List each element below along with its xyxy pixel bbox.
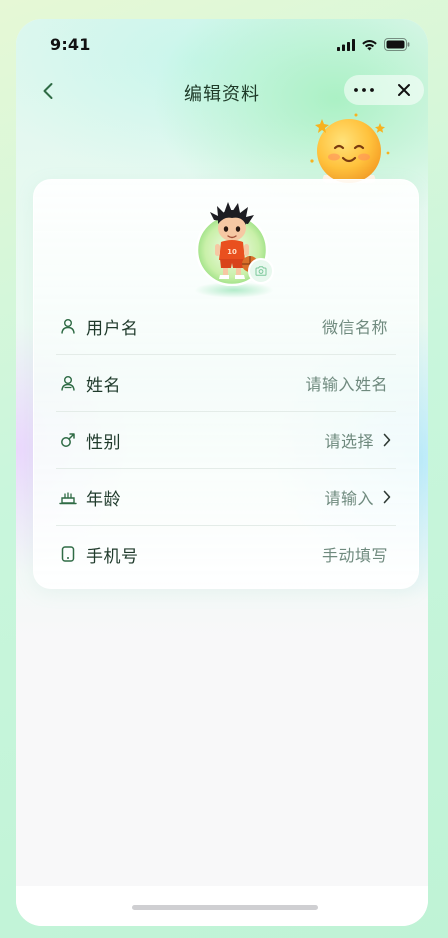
more-dots-icon — [354, 88, 374, 92]
status-time: 9:41 — [50, 35, 91, 54]
svg-text:10: 10 — [227, 248, 237, 256]
home-indicator-area — [16, 886, 428, 926]
form-row-age[interactable]: 年龄 请输入 — [56, 469, 396, 526]
chevron-right-icon — [380, 432, 394, 448]
gender-male-icon — [58, 430, 78, 450]
close-icon — [398, 84, 410, 96]
username-value: 微信名称 — [321, 318, 388, 337]
form-row-phone[interactable]: 手机号 手动填写 — [56, 526, 396, 582]
form-row-username[interactable]: 用户名 微信名称 — [56, 298, 396, 355]
user-icon — [58, 373, 78, 393]
age-input[interactable]: 请输入 — [324, 485, 374, 509]
status-icons — [337, 38, 410, 51]
phone-input[interactable]: 手动填写 — [322, 542, 388, 566]
battery-icon — [384, 38, 410, 51]
phone-icon — [58, 544, 78, 564]
wifi-icon — [362, 39, 377, 50]
form-row-name[interactable]: 姓名 请输入姓名 — [56, 355, 396, 412]
age-label: 年龄 — [86, 489, 121, 510]
user-icon — [58, 316, 78, 336]
phone-label: 手机号 — [86, 546, 139, 567]
gender-select[interactable]: 请选择 — [324, 428, 374, 452]
username-label: 用户名 — [86, 318, 139, 339]
status-bar: 9:41 — [16, 19, 428, 71]
profile-card: 10 用户名 微信名称 姓名 请输入姓名 性别 请选择 年龄 请输入 手机号 手… — [33, 179, 419, 589]
change-avatar-button[interactable] — [248, 258, 274, 284]
gender-label: 性别 — [86, 432, 121, 453]
camera-icon — [255, 266, 267, 276]
profile-form: 用户名 微信名称 姓名 请输入姓名 性别 请选择 年龄 请输入 手机号 手动填写 — [56, 298, 396, 582]
phone-screen: 9:41 编辑资料 10 用户名 微信名称 姓名 请输入姓名 性别 请选择 年龄… — [16, 19, 428, 926]
more-button[interactable] — [344, 75, 384, 105]
name-label: 姓名 — [86, 375, 121, 396]
name-input[interactable]: 请输入姓名 — [305, 371, 388, 395]
home-indicator[interactable] — [132, 905, 318, 910]
mini-program-capsule — [344, 75, 424, 105]
chevron-right-icon — [380, 489, 394, 505]
close-button[interactable] — [384, 75, 424, 105]
mascot-sun-illustration — [310, 113, 390, 183]
cellular-signal-icon — [337, 38, 355, 51]
navigation-bar: 编辑资料 — [16, 71, 428, 111]
form-row-gender[interactable]: 性别 请选择 — [56, 412, 396, 469]
cake-icon — [58, 487, 78, 507]
